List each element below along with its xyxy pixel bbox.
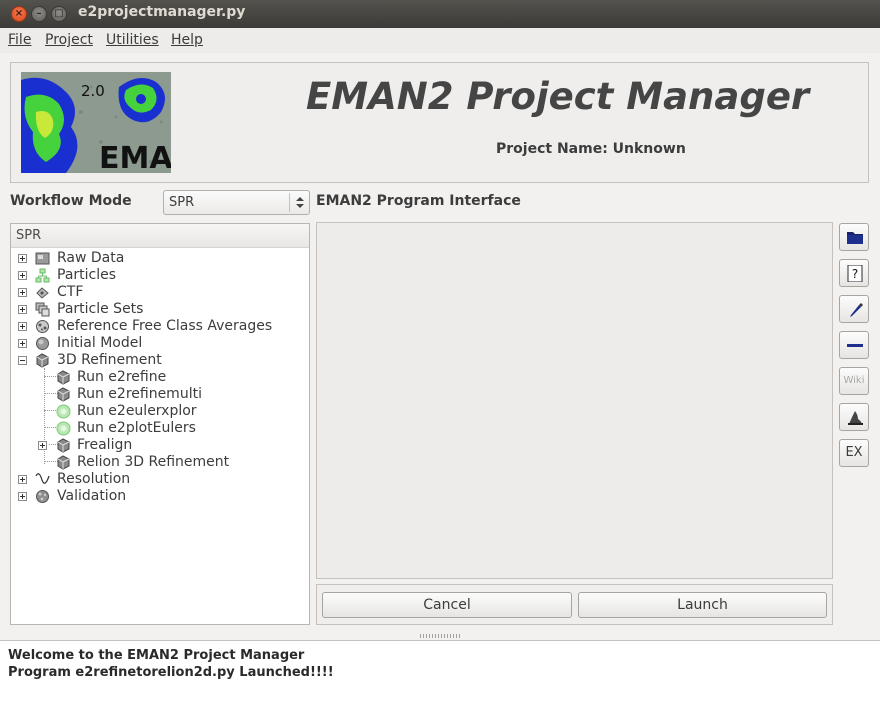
tree-item-run-e2eulerxplor[interactable]: Run e2eulerxplor bbox=[11, 403, 309, 420]
refinement-icon bbox=[56, 438, 71, 453]
tree-item-particles[interactable]: Particles bbox=[11, 267, 309, 284]
tree-header: SPR bbox=[11, 224, 309, 248]
euler-icon bbox=[56, 421, 71, 436]
window-title: e2projectmanager.py bbox=[78, 4, 246, 20]
refinement-icon bbox=[56, 387, 71, 402]
close-icon: × bbox=[14, 8, 24, 19]
workflow-tree[interactable]: SPR Raw Data Particles CTF Particle Sets… bbox=[10, 223, 310, 625]
wizard-button[interactable] bbox=[839, 403, 869, 431]
bar-icon bbox=[847, 344, 863, 347]
menu-project[interactable]: Project bbox=[45, 32, 93, 48]
log-line: Program e2refinetorelion2d.py Launched!!… bbox=[8, 665, 334, 680]
particle-sets-icon bbox=[35, 302, 50, 317]
wiki-icon: Wiki bbox=[843, 375, 865, 386]
tree-item-ctf[interactable]: CTF bbox=[11, 284, 309, 301]
program-interface-label: EMAN2 Program Interface bbox=[316, 193, 521, 209]
folder-icon bbox=[847, 232, 863, 244]
expand-icon[interactable] bbox=[18, 322, 27, 331]
menu-file[interactable]: File bbox=[8, 32, 31, 48]
tree-item-run-e2refinemulti[interactable]: Run e2refinemulti bbox=[11, 386, 309, 403]
initial-model-icon bbox=[35, 336, 50, 351]
title-bar: × – □ e2projectmanager.py bbox=[0, 0, 880, 28]
menubar: File Project Utilities Help bbox=[0, 28, 880, 53]
wizard-hat-icon bbox=[848, 411, 863, 425]
app-title: EMAN2 Project Manager bbox=[306, 75, 810, 118]
banner: 2.0 EMAN EMAN2 Project Manager Project N… bbox=[10, 62, 869, 183]
workflow-mode-value: SPR bbox=[169, 195, 195, 210]
launch-button[interactable]: Launch bbox=[578, 592, 827, 618]
wiki-button[interactable]: Wiki bbox=[839, 367, 869, 395]
raw-data-icon bbox=[35, 251, 50, 266]
expand-icon[interactable] bbox=[18, 339, 27, 348]
task-manager-button[interactable] bbox=[839, 331, 869, 359]
workflow-mode-label: Workflow Mode bbox=[10, 193, 132, 209]
action-button-bar: Cancel Launch bbox=[316, 584, 833, 625]
project-name: Project Name: Unknown bbox=[496, 141, 686, 157]
notes-button[interactable] bbox=[839, 295, 869, 323]
svg-text:?: ? bbox=[852, 267, 858, 281]
log-line: Welcome to the EMAN2 Project Manager bbox=[8, 648, 305, 663]
cancel-button[interactable]: Cancel bbox=[322, 592, 572, 618]
browse-button[interactable] bbox=[839, 223, 869, 251]
program-interface-panel bbox=[316, 222, 833, 579]
expand-icon[interactable] bbox=[18, 305, 27, 314]
workflow-mode-select[interactable]: SPR bbox=[163, 190, 310, 215]
expand-icon[interactable] bbox=[38, 441, 47, 450]
maximize-icon: □ bbox=[54, 8, 64, 19]
expand-icon[interactable] bbox=[18, 254, 27, 263]
log-output: Welcome to the EMAN2 Project Manager Pro… bbox=[0, 640, 880, 715]
tree-item-validation[interactable]: Validation bbox=[11, 488, 309, 505]
class-averages-icon bbox=[35, 319, 50, 334]
tree-item-3d-refinement[interactable]: 3D Refinement bbox=[11, 352, 309, 369]
updown-arrows-icon bbox=[289, 193, 309, 212]
tree-item-particle-sets[interactable]: Particle Sets bbox=[11, 301, 309, 318]
refinement-icon bbox=[56, 455, 71, 470]
minimize-window-button[interactable]: – bbox=[31, 6, 47, 22]
splitter-handle[interactable] bbox=[420, 634, 460, 638]
eman-logo: 2.0 EMAN bbox=[21, 72, 171, 173]
tree-item-initial-model[interactable]: Initial Model bbox=[11, 335, 309, 352]
ctf-icon bbox=[35, 285, 50, 300]
refinement-icon bbox=[56, 370, 71, 385]
menu-help[interactable]: Help bbox=[171, 32, 203, 48]
particles-icon bbox=[35, 268, 50, 283]
refinement-icon bbox=[35, 353, 50, 368]
logo-version-text: 2.0 bbox=[81, 82, 105, 100]
resolution-icon bbox=[35, 472, 50, 487]
euler-icon bbox=[56, 404, 71, 419]
tree-item-resolution[interactable]: Resolution bbox=[11, 471, 309, 488]
collapse-icon[interactable] bbox=[18, 356, 27, 365]
logo-eman-text: EMAN bbox=[99, 141, 171, 173]
tree-item-relion-3d-refinement[interactable]: Relion 3D Refinement bbox=[11, 454, 309, 471]
tree-item-raw-data[interactable]: Raw Data bbox=[11, 250, 309, 267]
pencil-icon bbox=[850, 303, 863, 317]
expand-icon[interactable] bbox=[18, 475, 27, 484]
expert-mode-button[interactable]: EX bbox=[839, 439, 869, 467]
tree-item-run-e2plotEulers[interactable]: Run e2plotEulers bbox=[11, 420, 309, 437]
expert-mode-icon: EX bbox=[845, 445, 863, 460]
help-icon: ? bbox=[847, 265, 863, 282]
tree-item-class-averages[interactable]: Reference Free Class Averages bbox=[11, 318, 309, 335]
maximize-window-button[interactable]: □ bbox=[51, 6, 67, 22]
expand-icon[interactable] bbox=[18, 288, 27, 297]
tree-item-run-e2refine[interactable]: Run e2refine bbox=[11, 369, 309, 386]
validation-icon bbox=[35, 489, 50, 504]
minimize-icon: – bbox=[36, 8, 42, 19]
help-button[interactable]: ? bbox=[839, 259, 869, 287]
tree-item-frealign[interactable]: Frealign bbox=[11, 437, 309, 454]
close-window-button[interactable]: × bbox=[11, 6, 27, 22]
expand-icon[interactable] bbox=[18, 271, 27, 280]
menu-utilities[interactable]: Utilities bbox=[106, 32, 159, 48]
expand-icon[interactable] bbox=[18, 492, 27, 501]
